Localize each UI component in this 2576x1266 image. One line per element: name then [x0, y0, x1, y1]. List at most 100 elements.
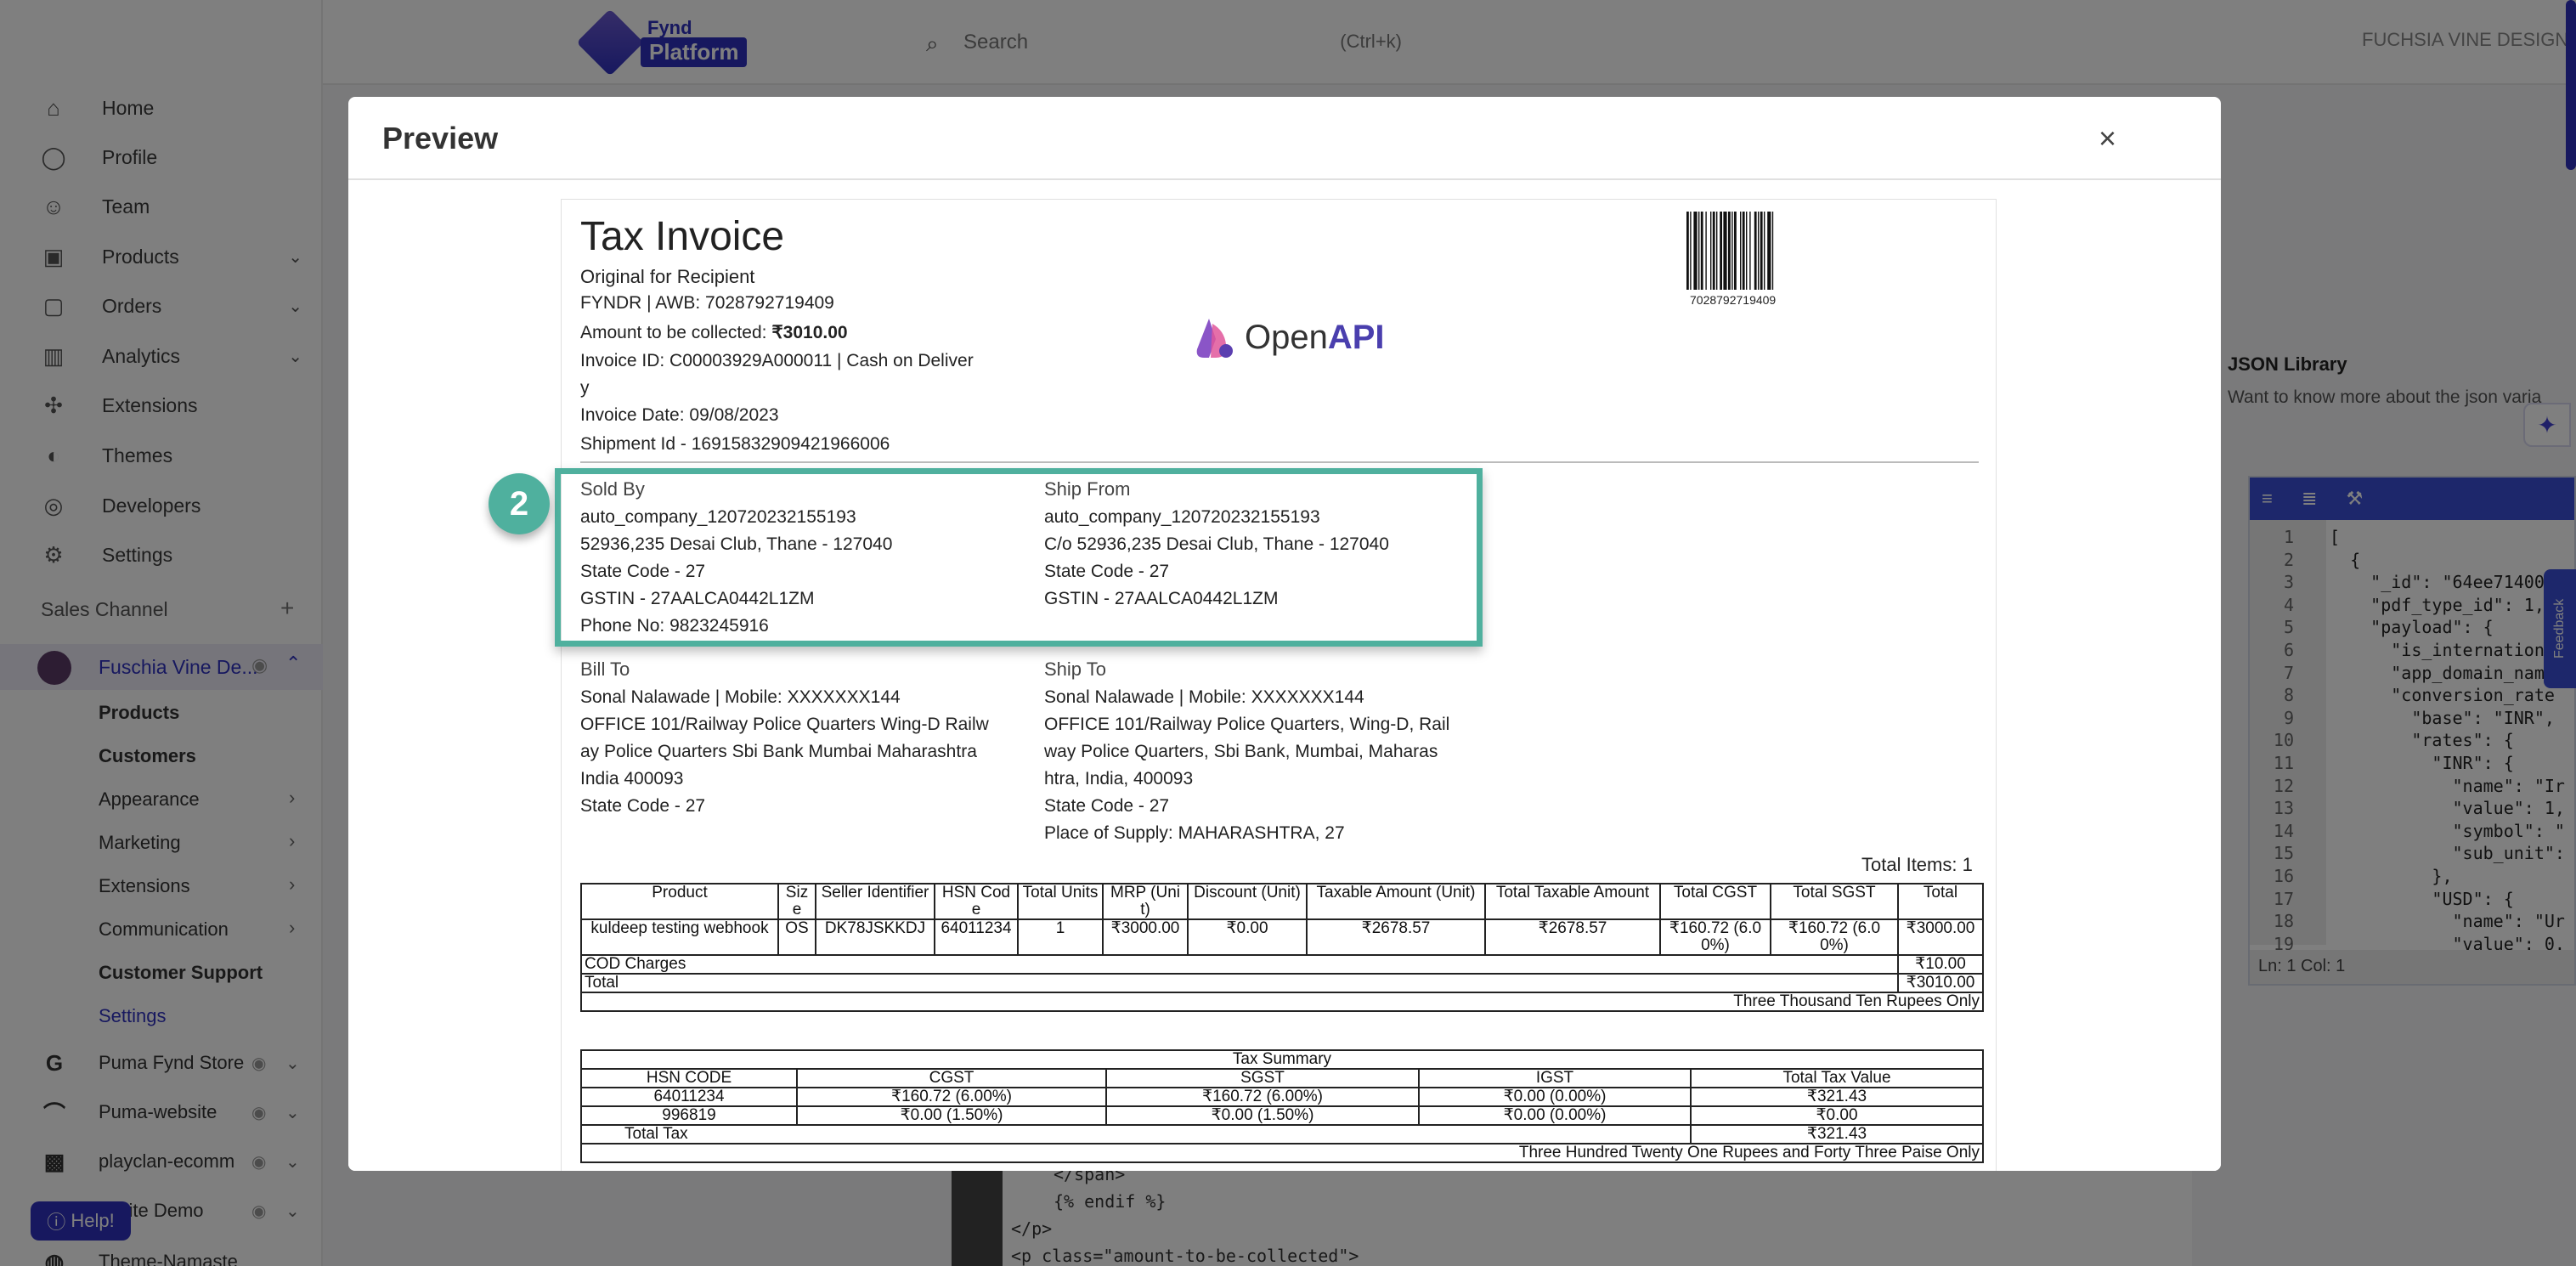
ship-to-line: way Police Quarters, Sbi Bank, Mumbai, M… — [1044, 742, 1438, 761]
barcode-bar — [1758, 212, 1760, 290]
highlight-box — [555, 468, 1483, 647]
total-tax-value: ₹321.43 — [1690, 1124, 1984, 1144]
bill-to-line: ay Police Quarters Sbi Bank Mumbai Mahar… — [580, 742, 977, 761]
barcode-bar — [1712, 212, 1715, 290]
divider — [580, 461, 1979, 463]
barcode-bar — [1764, 212, 1765, 290]
column-header: HSN Code — [934, 883, 1019, 920]
column-header: Total — [1897, 883, 1984, 920]
ship-to-line: State Code - 27 — [1044, 796, 1170, 816]
amount-words-row: Three Thousand Ten Rupees Only — [580, 992, 1984, 1012]
barcode-bar — [1690, 212, 1692, 290]
barcode-bar — [1716, 212, 1718, 290]
table-row: 64011234 ₹160.72 (6.00%) ₹160.72 (6.00%)… — [580, 1087, 1984, 1107]
column-header: Seller Identifier — [815, 883, 935, 920]
amount-value: ₹3010.00 — [771, 323, 848, 342]
column-header: Taxable Amount (Unit) — [1306, 883, 1486, 920]
barcode-bar — [1749, 212, 1751, 290]
column-header: Product — [580, 883, 779, 920]
barcode-bar — [1742, 212, 1745, 290]
ship-to-line: Place of Supply: MAHARASHTRA, 27 — [1044, 823, 1345, 843]
ship-to-line: Sonal Nalawade | Mobile: XXXXXXX144 — [1044, 687, 1364, 707]
ship-to-line: OFFICE 101/Railway Police Quarters, Wing… — [1044, 715, 1450, 734]
table-cell: ₹0.00 — [1187, 918, 1308, 956]
column-header: IGST — [1418, 1068, 1692, 1088]
tax-in-words: Three Hundred Twenty One Rupees and Fort… — [580, 1143, 1984, 1163]
barcode-bar — [1686, 212, 1689, 290]
barcode-bar — [1705, 212, 1707, 290]
close-icon[interactable]: × — [2099, 121, 2116, 156]
table-cell: ₹0.00 (0.00%) — [1418, 1105, 1692, 1126]
column-header: Size — [777, 883, 816, 920]
table-cell: ₹160.72 (6.0 0%) — [1659, 918, 1771, 956]
column-header: Total Taxable Amount — [1484, 883, 1661, 920]
invoice-document: Tax Invoice Original for Recipient FYNDR… — [489, 199, 1997, 1171]
table-cell: 1 — [1017, 918, 1104, 956]
invoice-id-line: Invoice ID: C00003929A000011 | Cash on D… — [580, 351, 974, 370]
table-cell: ₹160.72 (6.00%) — [796, 1087, 1107, 1107]
bill-to-line: State Code - 27 — [580, 796, 706, 816]
amount-in-words: Three Thousand Ten Rupees Only — [580, 992, 1984, 1012]
barcode-bar — [1740, 212, 1742, 290]
table-row: 996819 ₹0.00 (1.50%) ₹0.00 (1.50%) ₹0.00… — [580, 1105, 1984, 1126]
table-cell: ₹321.43 — [1690, 1087, 1984, 1107]
cod-label: COD Charges — [580, 954, 1899, 975]
barcode-image — [1686, 212, 1774, 290]
total-items: Total Items: 1 — [1861, 854, 1973, 875]
modal-body[interactable]: Tax Invoice Original for Recipient FYNDR… — [348, 182, 2221, 1171]
table-cell: 996819 — [580, 1105, 798, 1126]
barcode-number: 7028792719409 — [1690, 293, 1777, 307]
table-cell: ₹0.00 (0.00%) — [1418, 1087, 1692, 1107]
table-cell: ₹160.72 (6.0 0%) — [1770, 918, 1899, 956]
table-cell: ₹0.00 (1.50%) — [796, 1105, 1107, 1126]
table-cell: DK78JSKKDJ — [815, 918, 935, 956]
modal-title: Preview — [382, 121, 499, 155]
barcode-bar — [1723, 212, 1727, 290]
table-cell: ₹0.00 — [1690, 1105, 1984, 1126]
table-cell: ₹2678.57 — [1306, 918, 1486, 956]
invoice-date: Invoice Date: 09/08/2023 — [580, 405, 779, 425]
table-cell: kuldeep testing webhook — [580, 918, 779, 956]
table-cell: ₹0.00 (1.50%) — [1105, 1105, 1420, 1126]
invoice-subtitle: Original for Recipient — [580, 266, 755, 287]
column-header: Total SGST — [1770, 883, 1899, 920]
column-header: Discount (Unit) — [1187, 883, 1308, 920]
tax-summary-title: Tax Summary — [580, 1049, 1984, 1070]
barcode-bar — [1693, 212, 1698, 290]
table-cell: 64011234 — [580, 1087, 798, 1107]
amount-line: Amount to be collected: ₹3010.00 — [580, 323, 848, 342]
table-cell: ₹2678.57 — [1484, 918, 1661, 956]
barcode-bar — [1700, 212, 1703, 290]
table-cell: ₹3000.00 — [1897, 918, 1984, 956]
bill-to-line: India 400093 — [580, 769, 684, 788]
total-label: Total — [580, 973, 1899, 993]
ship-to-heading: Ship To — [1044, 658, 1106, 680]
bill-to-line: OFFICE 101/Railway Police Quarters Wing-… — [580, 715, 989, 734]
shipment-id: Shipment Id - 16915832909421966006 — [580, 434, 890, 454]
barcode-bar — [1746, 212, 1748, 290]
invoice-id-wrap: y — [580, 378, 590, 398]
column-header: Total Units — [1017, 883, 1104, 920]
barcode-bar — [1731, 212, 1733, 290]
items-table: Product Size Seller Identifier HSN Code … — [580, 883, 1984, 1012]
barcode-bar — [1720, 212, 1722, 290]
bill-to-line: Sonal Nalawade | Mobile: XXXXXXX144 — [580, 687, 901, 707]
bill-to-heading: Bill To — [580, 658, 630, 680]
table-cell: 64011234 — [934, 918, 1019, 956]
barcode-bar — [1734, 212, 1737, 290]
table-cell: ₹3000.00 — [1102, 918, 1189, 956]
cod-row: COD Charges ₹10.00 — [580, 954, 1984, 975]
modal-header: Preview × — [348, 97, 2221, 180]
total-row: Total ₹3010.00 — [580, 973, 1984, 993]
table-cell: ₹160.72 (6.00%) — [1105, 1087, 1420, 1107]
tax-words-row: Three Hundred Twenty One Rupees and Fort… — [580, 1143, 1984, 1163]
awb-line: FYNDR | AWB: 7028792719409 — [580, 293, 834, 313]
tax-summary-title-row: Tax Summary — [580, 1049, 1984, 1070]
preview-modal: Preview × Tax Invoice Original for Recip… — [348, 97, 2221, 1171]
barcode-bar — [1760, 212, 1763, 290]
column-header: Total Tax Value — [1690, 1068, 1984, 1088]
total-value: ₹3010.00 — [1897, 973, 1984, 993]
tax-summary-table: Tax Summary HSN CODE CGST SGST IGST Tota… — [580, 1049, 1984, 1163]
barcode-bar — [1698, 212, 1700, 290]
table-row: kuldeep testing webhook OS DK78JSKKDJ 64… — [580, 918, 1984, 956]
